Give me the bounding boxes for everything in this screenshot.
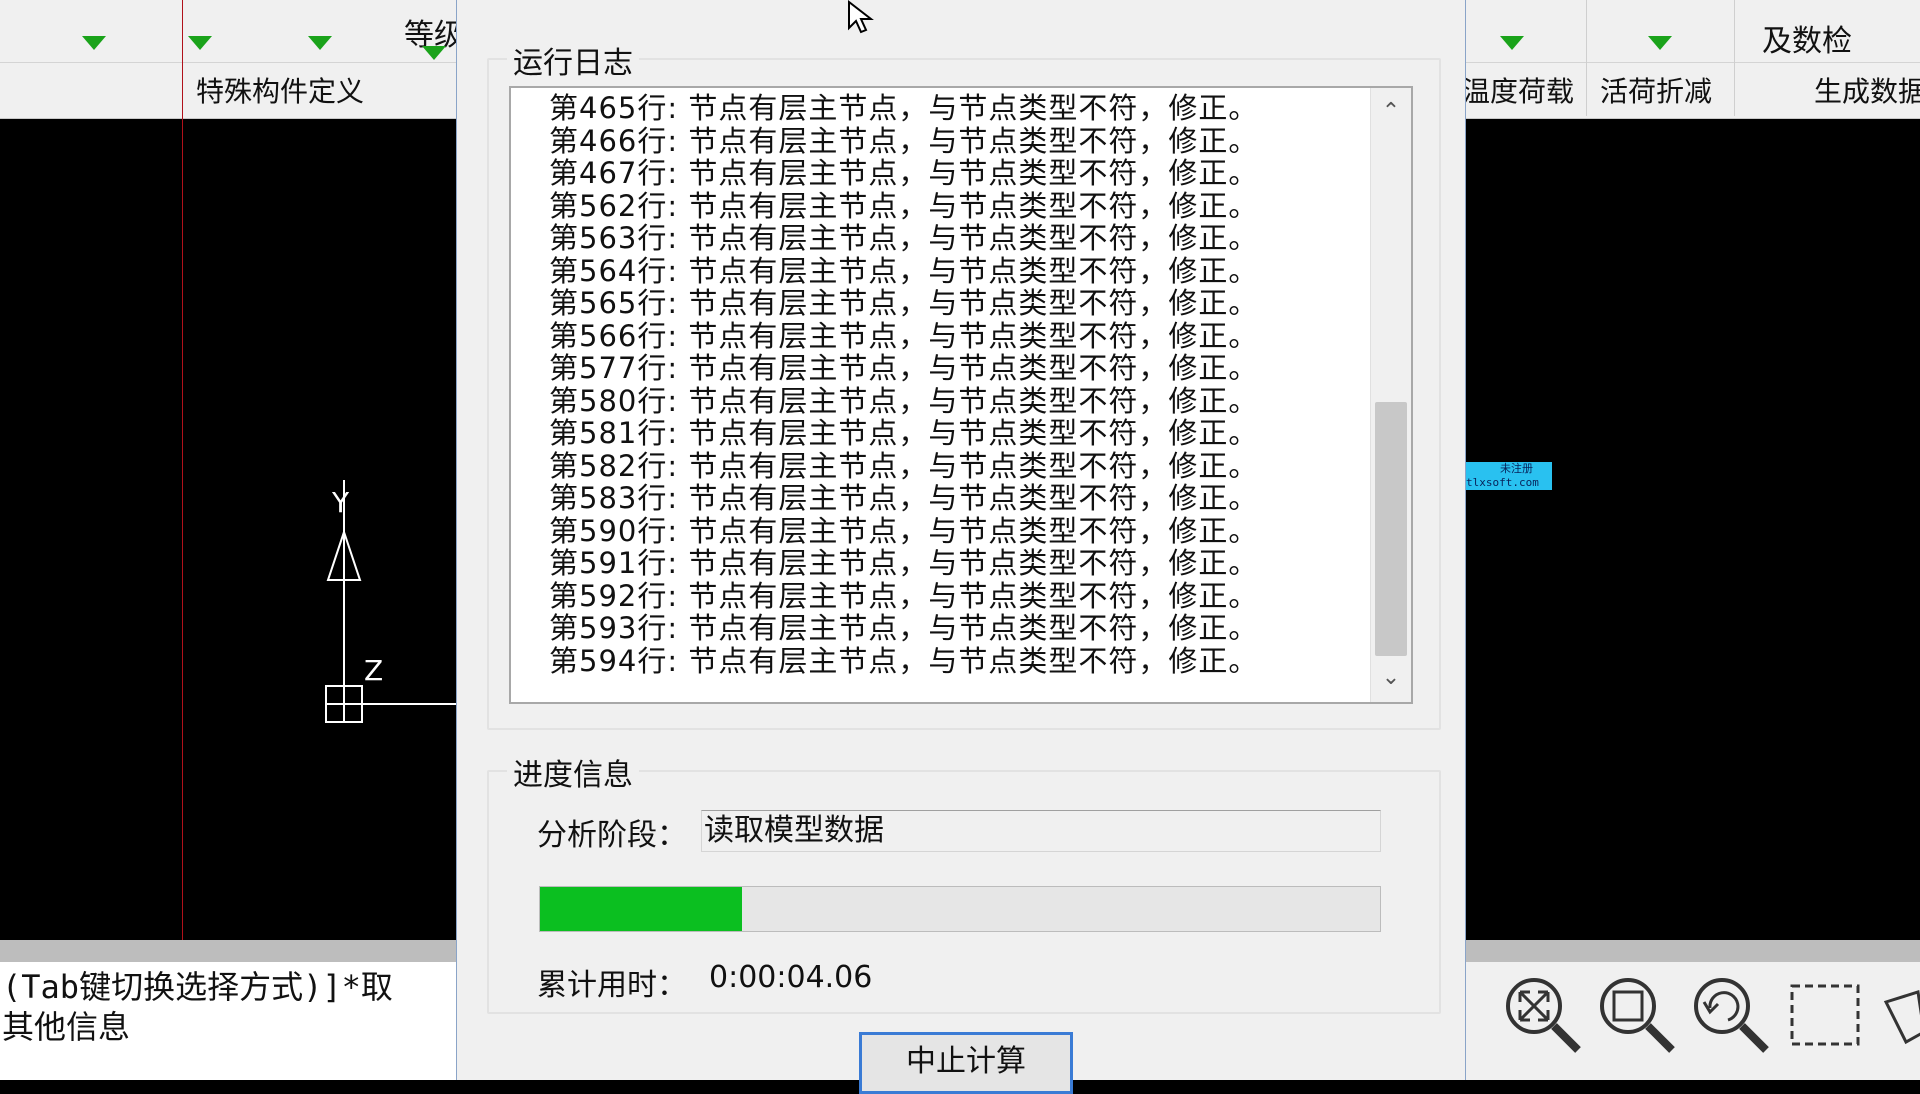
log-line: 第594行: 节点有层主节点，与节点类型不符，修正。 bbox=[549, 643, 1259, 678]
ucs-axis-icon: Y Z bbox=[325, 480, 460, 723]
group-label-live-load-reduction: 活荷折减 bbox=[1600, 75, 1713, 108]
stage-field: 读取模型数据 bbox=[701, 810, 1381, 852]
command-text-line: 其他信息 bbox=[2, 1008, 131, 1046]
pan-icon[interactable] bbox=[1878, 972, 1920, 1056]
dropdown-arrow-icon[interactable] bbox=[308, 36, 332, 50]
select-window-icon[interactable] bbox=[1784, 972, 1868, 1056]
log-group-title: 运行日志 bbox=[507, 38, 639, 82]
log-line: 第593行: 节点有层主节点，与节点类型不符，修正。 bbox=[549, 611, 1259, 645]
log-line: 第583行: 节点有层主节点，与节点类型不符，修正。 bbox=[549, 481, 1259, 515]
log-list: 第465行: 节点有层主节点，与节点类型不符，修正。 第466行: 节点有层主节点… bbox=[549, 92, 1258, 677]
log-line: 第582行: 节点有层主节点，与节点类型不符，修正。 bbox=[549, 448, 1259, 483]
zoom-previous-icon[interactable] bbox=[1688, 972, 1772, 1056]
group-label-temperature-load: 温度荷载 bbox=[1462, 75, 1575, 108]
ribbon-divider bbox=[1734, 0, 1735, 116]
ribbon-button-generate-check[interactable]: 及数检 bbox=[1762, 16, 1852, 60]
group-label-special-members: 特殊构件定义 bbox=[196, 75, 365, 108]
stage-label: 分析阶段： bbox=[537, 818, 687, 853]
log-line: 第566行: 节点有层主节点，与节点类型不符，修正。 bbox=[549, 318, 1259, 353]
badge-line: tlxsoft.com bbox=[1466, 476, 1539, 489]
axis-z-label: Z bbox=[364, 654, 383, 687]
crosshair-line bbox=[182, 0, 183, 1080]
log-line: 第577行: 节点有层主节点，与节点类型不符，修正。 bbox=[549, 351, 1259, 385]
progress-fill bbox=[540, 887, 742, 931]
dropdown-arrow-icon[interactable] bbox=[1500, 36, 1524, 50]
log-line: 第591行: 节点有层主节点，与节点类型不符，修正。 bbox=[549, 546, 1259, 580]
log-line: 第592行: 节点有层主节点，与节点类型不符，修正。 bbox=[549, 578, 1259, 613]
scroll-down-icon[interactable]: ⌄ bbox=[1381, 667, 1401, 689]
log-scrollbar[interactable]: ⌃ ⌄ bbox=[1370, 88, 1411, 702]
badge-line: 未注册 bbox=[1500, 462, 1533, 475]
log-line: 第466行: 节点有层主节点，与节点类型不符，修正。 bbox=[549, 123, 1259, 158]
elapsed-value: 0:00:04.06 bbox=[709, 960, 873, 995]
log-listbox[interactable]: 第465行: 节点有层主节点，与节点类型不符，修正。 第466行: 节点有层主节点… bbox=[509, 86, 1413, 704]
zoom-window-icon[interactable] bbox=[1594, 972, 1678, 1056]
zoom-extents-icon[interactable] bbox=[1500, 972, 1584, 1056]
log-line: 第562行: 节点有层主节点，与节点类型不符，修正。 bbox=[549, 188, 1259, 223]
progress-group-title: 进度信息 bbox=[507, 750, 639, 794]
dropdown-arrow-icon[interactable] bbox=[188, 36, 212, 50]
dropdown-arrow-icon[interactable] bbox=[422, 46, 446, 60]
log-line: 第465行: 节点有层主节点，与节点类型不符，修正。 bbox=[549, 91, 1259, 125]
group-label-generate-data: 生成数据 bbox=[1814, 75, 1920, 108]
dropdown-arrow-icon[interactable] bbox=[1648, 36, 1672, 50]
dropdown-arrow-icon[interactable] bbox=[82, 36, 106, 50]
log-line: 第467行: 节点有层主节点，与节点类型不符，修正。 bbox=[549, 156, 1259, 190]
log-line: 第590行: 节点有层主节点，与节点类型不符，修正。 bbox=[549, 513, 1259, 548]
abort-calculation-button[interactable]: 中止计算 bbox=[859, 1032, 1073, 1094]
log-line: 第580行: 节点有层主节点，与节点类型不符，修正。 bbox=[549, 383, 1259, 418]
elapsed-label: 累计用时： bbox=[537, 968, 687, 1003]
scroll-thumb[interactable] bbox=[1375, 402, 1407, 656]
mouse-cursor-icon bbox=[848, 0, 874, 34]
analysis-progress-dialog: 运行日志 第465行: 节点有层主节点，与节点类型不符，修正。 第466行: 节点… bbox=[456, 0, 1466, 1094]
log-line: 第565行: 节点有层主节点，与节点类型不符，修正。 bbox=[549, 286, 1259, 320]
ribbon-divider bbox=[1586, 0, 1587, 116]
view-toolbar bbox=[1462, 962, 1920, 1080]
log-line: 第581行: 节点有层主节点，与节点类型不符，修正。 bbox=[549, 416, 1259, 450]
log-line: 第564行: 节点有层主节点，与节点类型不符，修正。 bbox=[549, 253, 1259, 288]
unregistered-badge: 未注册 tlxsoft.com bbox=[1462, 462, 1552, 490]
progress-bar bbox=[539, 886, 1381, 932]
axis-y-label: Y bbox=[331, 486, 350, 519]
log-line: 第563行: 节点有层主节点，与节点类型不符，修正。 bbox=[549, 221, 1259, 255]
scroll-up-icon[interactable]: ⌃ bbox=[1381, 101, 1401, 123]
